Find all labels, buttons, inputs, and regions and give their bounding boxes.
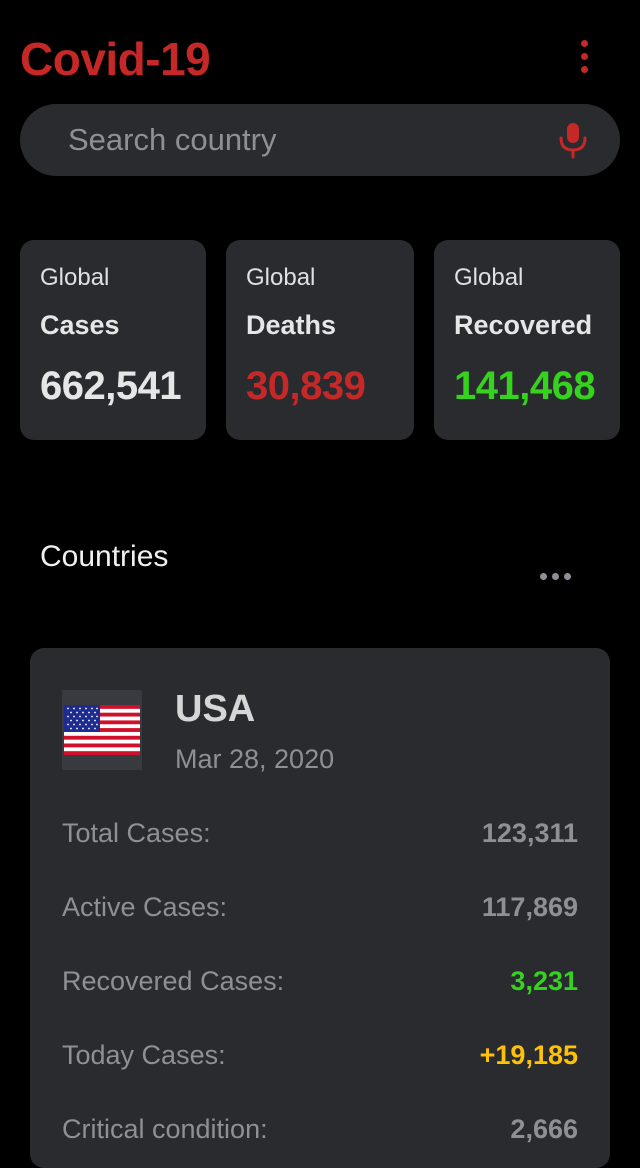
- menu-dot: [580, 65, 588, 73]
- country-name: USA: [175, 688, 256, 730]
- stat-row-today-cases: Today Cases: +19,185: [62, 1040, 578, 1080]
- search-input[interactable]: [68, 104, 538, 176]
- card-label: Deaths: [246, 310, 337, 340]
- card-label-top: Global: [40, 264, 110, 291]
- stat-value: 123,311: [481, 818, 578, 848]
- more-horizontal-icon[interactable]: [540, 568, 580, 584]
- us-flag-icon: [64, 705, 140, 755]
- more-vertical-icon[interactable]: [570, 36, 598, 76]
- card-label: Recovered: [454, 310, 593, 340]
- global-recovered-card: Global Recovered 141,468: [434, 240, 620, 440]
- more-dot: [564, 572, 571, 580]
- stat-value: +19,185: [479, 1040, 578, 1070]
- stat-row-total-cases: Total Cases: 123,311: [62, 818, 578, 858]
- stat-row-critical-condition: Critical condition: 2,666: [62, 1114, 578, 1154]
- more-dot: [540, 572, 547, 580]
- search-bar: [20, 104, 620, 176]
- stat-value: 2,666: [510, 1114, 578, 1144]
- stat-label: Recovered Cases:: [62, 966, 285, 996]
- card-label-top: Global: [454, 264, 524, 291]
- global-deaths-card: Global Deaths 30,839: [226, 240, 414, 440]
- global-cases-value: 662,541: [40, 364, 182, 408]
- menu-dot: [580, 39, 588, 47]
- app-title: Covid-19: [20, 33, 211, 85]
- country-card-usa[interactable]: USA Mar 28, 2020 Total Cases: 123,311 Ac…: [30, 648, 610, 1168]
- stat-value: 3,231: [510, 966, 578, 996]
- country-date: Mar 28, 2020: [175, 744, 335, 774]
- stat-row-active-cases: Active Cases: 117,869: [62, 892, 578, 932]
- stat-value: 117,869: [481, 892, 578, 922]
- microphone-icon[interactable]: [553, 120, 593, 160]
- menu-dot: [580, 52, 588, 60]
- card-label-top: Global: [246, 264, 316, 291]
- card-label: Cases: [40, 310, 120, 340]
- global-recovered-value: 141,468: [454, 364, 596, 408]
- global-deaths-value: 30,839: [246, 364, 366, 408]
- more-dot: [552, 572, 559, 580]
- stat-label: Today Cases:: [62, 1040, 226, 1070]
- stat-label: Critical condition:: [62, 1114, 268, 1144]
- stat-row-recovered-cases: Recovered Cases: 3,231: [62, 966, 578, 1006]
- global-cases-card: Global Cases 662,541: [20, 240, 206, 440]
- countries-title: Countries: [40, 540, 169, 573]
- stat-label: Total Cases:: [62, 818, 211, 848]
- stat-label: Active Cases:: [62, 892, 228, 922]
- flag-container: [62, 690, 142, 770]
